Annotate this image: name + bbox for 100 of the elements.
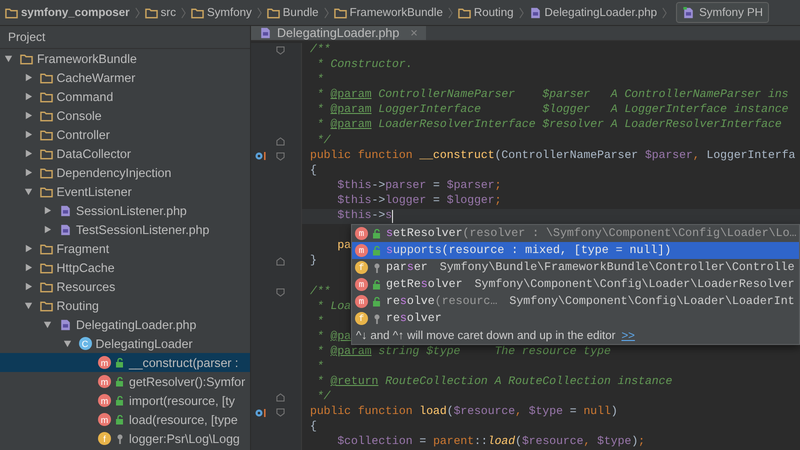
tree-item[interactable]: SessionListener.php <box>0 201 250 220</box>
completion-signature: (resource : mixed, [type = null]) <box>442 244 672 257</box>
tree-label: DependencyInjection <box>56 166 172 180</box>
pin-icon <box>372 262 382 272</box>
tree-item[interactable]: C DelegatingLoader <box>0 334 250 353</box>
member-type-badge: C <box>78 337 92 350</box>
breadcrumb-item[interactable]: Routing <box>474 6 514 18</box>
tree-item[interactable]: CacheWarmer <box>0 68 250 87</box>
tree-item[interactable]: DependencyInjection <box>0 163 250 182</box>
code-line: * <box>316 314 324 330</box>
tree-item[interactable]: m load(resource, [type <box>0 410 250 429</box>
code-line: * @pa <box>316 330 352 345</box>
code-line: { <box>310 420 317 436</box>
completion-item[interactable]: f parser Symfony\Bundle\FrameworkBundle\Controller\Controlle <box>352 259 799 276</box>
lock-icon <box>372 246 382 256</box>
completion-item[interactable]: f resolver <box>352 310 799 327</box>
breadcrumb-item[interactable]: Bundle <box>282 6 319 18</box>
tree-item[interactable]: HttpCache <box>0 258 250 277</box>
tree-label: HttpCache <box>56 260 115 274</box>
code-line: /** <box>310 43 331 58</box>
folder-icon <box>40 262 52 274</box>
tree-label: EventListener <box>56 184 132 198</box>
collapsed-arrow-icon[interactable] <box>24 130 32 139</box>
tree-item[interactable]: m __construct(parser : <box>0 353 250 372</box>
breadcrumb-item[interactable]: src <box>160 6 176 18</box>
tree-item[interactable]: Controller <box>0 125 250 144</box>
breadcrumb-item[interactable]: Symfony <box>207 6 252 18</box>
tree-item[interactable]: Routing <box>0 296 250 315</box>
tree-label: DataCollector <box>56 146 131 160</box>
collapsed-arrow-icon[interactable] <box>24 244 32 253</box>
collapsed-arrow-icon[interactable] <box>43 206 52 215</box>
tree-label: Command <box>56 90 114 104</box>
breadcrumb-item[interactable]: FrameworkBundle <box>350 6 443 18</box>
completion-item[interactable]: m getResolver Symfony\Component\Config\Loader\LoaderResolver <box>352 276 799 293</box>
completion-name: getResolver <box>386 278 463 291</box>
editor-tab[interactable]: DelegatingLoader.php × <box>251 26 426 40</box>
implements-marker-icon[interactable] <box>255 408 267 418</box>
implements-marker-icon[interactable] <box>255 151 267 162</box>
expanded-arrow-icon[interactable] <box>62 339 72 348</box>
collapsed-arrow-icon[interactable] <box>24 282 32 291</box>
breadcrumb-item[interactable]: DelegatingLoader.php <box>544 6 658 18</box>
completion-item[interactable]: m supports(resource : mixed, [type = null]) <box>352 242 799 259</box>
more-link[interactable]: >> <box>621 330 635 342</box>
tree-item[interactable]: Resources <box>0 277 250 296</box>
collapsed-arrow-icon[interactable] <box>24 149 32 158</box>
completion-item[interactable]: m setResolver(resolver : \Symfony\Component\Config\Loader\Lo… <box>352 225 799 242</box>
tree-item[interactable]: DataCollector <box>0 144 250 163</box>
tree-item[interactable]: m import(resource, [ty <box>0 391 250 410</box>
code-line: * @param LoaderResolverInterface $resolver A LoaderResolverInterface <box>316 118 782 134</box>
folder-icon <box>40 280 52 292</box>
php-file-icon <box>259 27 272 39</box>
fold-icon[interactable] <box>276 46 285 56</box>
php-file-icon <box>682 6 696 18</box>
tree-label: Routing <box>56 298 99 312</box>
tree-item[interactable]: DelegatingLoader.php <box>0 315 250 334</box>
tree-item[interactable]: TestSessionListener.php <box>0 220 250 239</box>
breadcrumb-item[interactable]: symfony_composer <box>21 6 130 18</box>
tree-item[interactable]: Console <box>0 106 250 125</box>
tree-item[interactable]: f logger:Psr\Log\Logg <box>0 429 250 448</box>
tree-label: FrameworkBundle <box>37 52 137 66</box>
completion-name: resolver <box>386 312 442 325</box>
run-configuration-button[interactable]: Symfony PH <box>676 2 769 23</box>
tree-item[interactable]: Fragment <box>0 239 250 258</box>
folder-icon <box>458 6 471 18</box>
folder-icon <box>334 6 347 18</box>
code-line: $this->parser = $parser; <box>336 178 502 194</box>
tree-label: __construct(parser : <box>129 356 238 370</box>
collapsed-arrow-icon[interactable] <box>24 111 32 120</box>
collapsed-arrow-icon[interactable] <box>24 73 32 82</box>
tree-item[interactable]: EventListener <box>0 182 250 201</box>
expanded-arrow-icon[interactable] <box>24 301 32 310</box>
tree-label: TestSessionListener.php <box>76 222 210 236</box>
fold-icon[interactable] <box>276 257 285 266</box>
code-line: */ <box>316 390 331 406</box>
collapsed-arrow-icon[interactable] <box>24 263 32 272</box>
completion-signature: (resolver : \Symfony\Component\Config\Loader\Lo… <box>462 227 797 240</box>
tree-item[interactable]: Command <box>0 87 250 106</box>
completion-item[interactable]: m resolve(resourc… Symfony\Component\Config\Loader\LoaderInt <box>352 293 799 310</box>
panel-title[interactable]: Project <box>8 30 46 44</box>
tree-item[interactable]: FrameworkBundle <box>0 49 250 68</box>
member-type-badge: m <box>98 413 111 426</box>
collapsed-arrow-icon[interactable] <box>24 92 32 101</box>
member-type-badge: m <box>355 227 368 240</box>
completion-type: Symfony\Bundle\FrameworkBundle\Controller\Controlle <box>440 261 795 274</box>
tree-label: logger:Psr\Log\Logg <box>129 432 240 446</box>
collapsed-arrow-icon[interactable] <box>24 168 32 177</box>
folder-icon <box>40 72 52 84</box>
collapsed-arrow-icon[interactable] <box>43 225 52 234</box>
expanded-arrow-icon[interactable] <box>43 320 52 329</box>
tree-item[interactable]: m getResolver():Symfor <box>0 372 250 391</box>
member-type-badge: m <box>355 295 368 308</box>
chevron-icon <box>181 6 186 18</box>
tree-label: CacheWarmer <box>56 70 136 84</box>
php-file-icon <box>528 6 542 18</box>
fold-icon[interactable] <box>276 288 285 297</box>
expanded-arrow-icon[interactable] <box>4 54 13 63</box>
php-file-icon <box>59 318 72 330</box>
text-caret <box>392 210 394 224</box>
member-type-badge: f <box>355 312 368 325</box>
expanded-arrow-icon[interactable] <box>24 187 32 196</box>
